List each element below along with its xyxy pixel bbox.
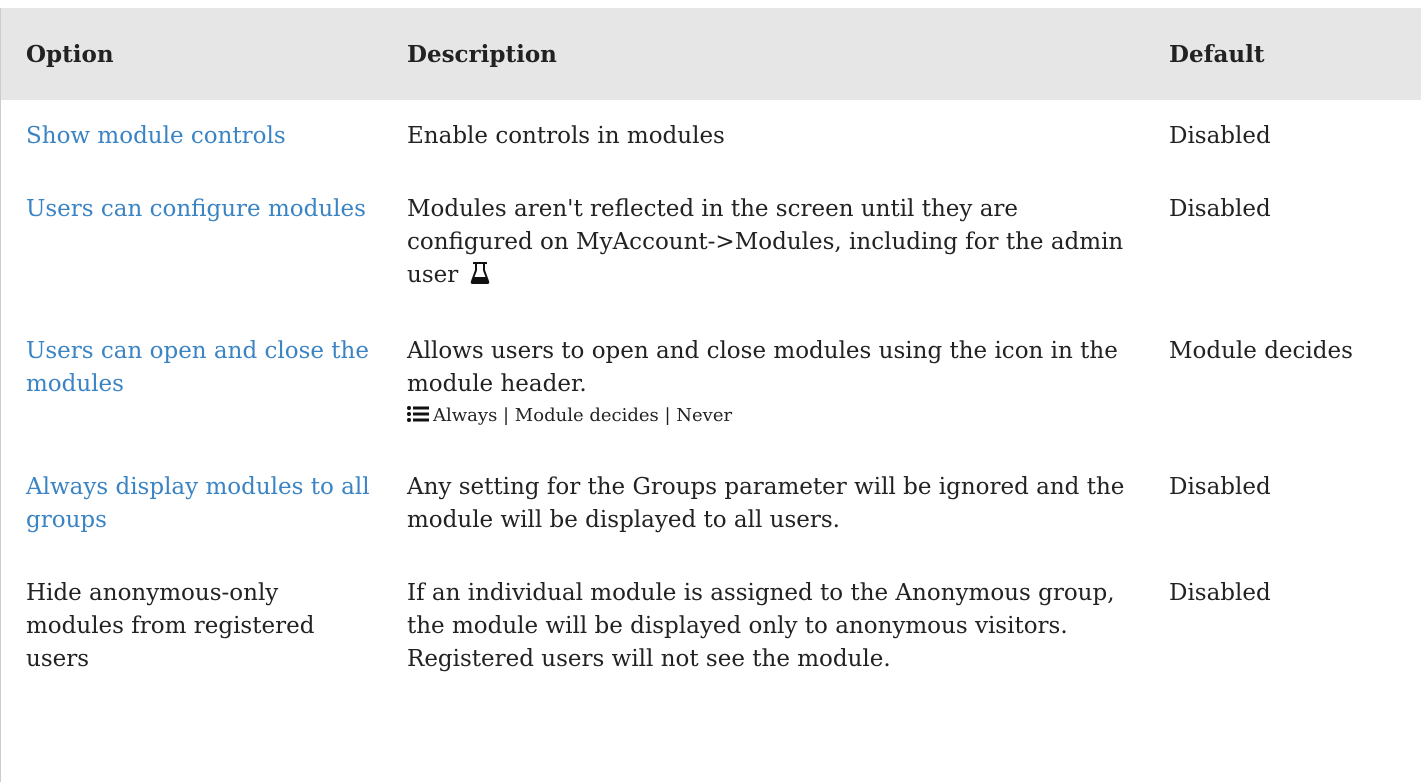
- module-preferences-table: Option Description Default Show module c…: [1, 8, 1421, 696]
- table-row: Show module controls Enable controls in …: [1, 100, 1421, 173]
- list-icon: [407, 405, 429, 431]
- description-cell: If an individual module is assigned to t…: [407, 580, 1115, 672]
- table-header-row: Option Description Default: [1, 8, 1421, 100]
- description-cell: Any setting for the Groups parameter wil…: [407, 474, 1125, 533]
- preferences-table-container: Option Description Default Show module c…: [0, 8, 1421, 782]
- table-row: Users can open and close the modules All…: [1, 315, 1421, 451]
- default-value: Module decides: [1169, 338, 1353, 364]
- default-value: Disabled: [1169, 196, 1271, 222]
- description-text: Modules aren't reflected in the screen u…: [407, 196, 1124, 288]
- description-cell: Allows users to open and close modules u…: [397, 315, 1161, 451]
- header-description: Description: [397, 8, 1161, 100]
- description-cell: Modules aren't reflected in the screen u…: [397, 173, 1161, 315]
- header-default: Default: [1161, 8, 1421, 100]
- flask-icon: [470, 261, 490, 295]
- option-label-hide-anonymous-only-modules: Hide anonymous-only modules from registe…: [26, 580, 315, 672]
- option-link-show-module-controls[interactable]: Show module controls: [26, 123, 286, 149]
- option-link-users-can-configure-modules[interactable]: Users can configure modules: [26, 196, 366, 222]
- options-list-text: Always | Module decides | Never: [433, 405, 733, 426]
- default-value: Disabled: [1169, 474, 1271, 500]
- option-link-always-display-modules-to-all-groups[interactable]: Always display modules to all groups: [26, 474, 370, 533]
- default-value: Disabled: [1169, 580, 1271, 606]
- table-row: Always display modules to all groups Any…: [1, 451, 1421, 557]
- table-row: Users can configure modules Modules aren…: [1, 173, 1421, 315]
- description-text: Allows users to open and close modules u…: [407, 338, 1118, 397]
- options-list: Always | Module decides | Never: [407, 403, 1135, 431]
- header-option: Option: [1, 8, 397, 100]
- option-link-users-can-open-and-close-the-modules[interactable]: Users can open and close the modules: [26, 338, 369, 397]
- table-row: Hide anonymous-only modules from registe…: [1, 557, 1421, 696]
- default-value: Disabled: [1169, 123, 1271, 149]
- description-cell: Enable controls in modules: [407, 123, 725, 149]
